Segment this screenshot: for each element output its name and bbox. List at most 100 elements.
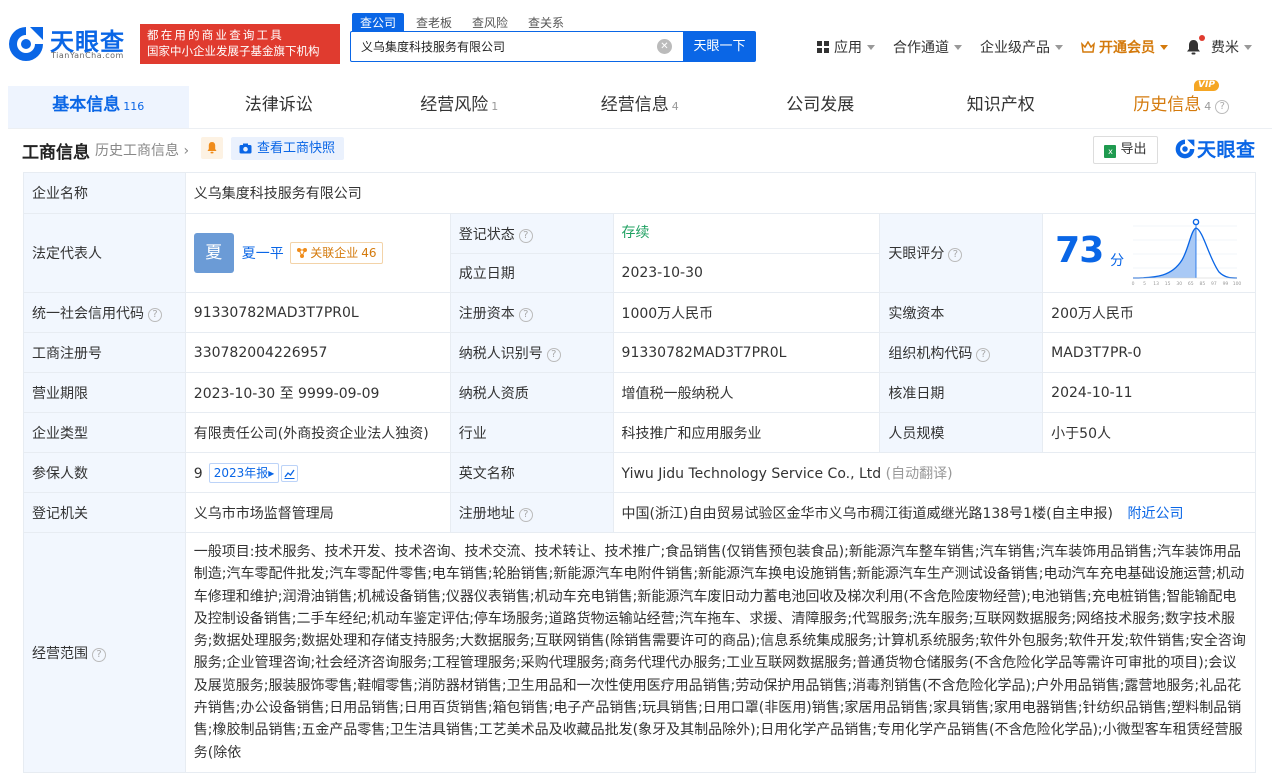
term-value: 2023-10-30 至 9999-09-09	[184, 372, 451, 413]
search-tab-relation[interactable]: 查关系	[520, 13, 572, 32]
help-icon[interactable]: ?	[1215, 100, 1230, 114]
company-name-value: 义乌集度科技服务有限公司	[184, 172, 1257, 214]
history-business-link[interactable]: 历史工商信息 ›	[95, 140, 189, 160]
trend-chart-icon[interactable]	[281, 464, 299, 482]
related-companies-badge[interactable]: 关联企业 46	[290, 242, 383, 264]
nearby-companies-link[interactable]: 附近公司	[1127, 506, 1183, 522]
history-business-label: 历史工商信息	[95, 143, 179, 159]
search-tab-risk[interactable]: 查风险	[464, 13, 516, 32]
logo-eye-icon	[9, 27, 43, 61]
staff-value: 小于50人	[1042, 412, 1256, 453]
snapshot-button[interactable]: 查看工商快照	[231, 137, 345, 160]
clear-icon[interactable]: ✕	[657, 39, 672, 54]
reg-status-label-text: 登记状态	[458, 226, 515, 243]
nav-channel[interactable]: 合作通道	[893, 37, 962, 57]
excel-icon: x	[1104, 145, 1117, 158]
score-cell[interactable]: 73 分 0 5 13 15 30 65 85 97 99 100	[1042, 213, 1256, 293]
user-name: 费米	[1211, 40, 1239, 56]
avatar[interactable]: 夏	[193, 233, 234, 273]
reg-status-value: 存续	[612, 213, 881, 254]
nav-vip[interactable]: 开通会员	[1081, 37, 1168, 57]
tab-count: 4	[671, 100, 679, 113]
score-axis-tick-label: 65	[1188, 281, 1194, 287]
search-tab-company[interactable]: 查公司	[352, 13, 405, 32]
tab-label: 知识产权	[966, 95, 1035, 115]
annual-report-badge[interactable]: 2023年报▸	[208, 462, 280, 483]
related-label: 关联企业	[310, 246, 359, 260]
table-row: 统一社会信用代码? 91330782MAD3T7PR0L 注册资本? 1000万…	[23, 292, 1256, 333]
search-tab-boss[interactable]: 查老板	[408, 13, 460, 32]
nav-vip-label: 开通会员	[1099, 40, 1155, 56]
credit-code-value: 91330782MAD3T7PR0L	[184, 292, 451, 333]
tab-label: 经营风险	[420, 95, 489, 115]
taxpayer-id-label-text: 纳税人识别号	[458, 345, 543, 362]
top-header: 天眼查 TianYanCha.com 都在用的商业查询工具 国家中小企业发展子基…	[0, 0, 1280, 86]
help-icon[interactable]: ?	[518, 307, 533, 322]
score-label-text: 天眼评分	[888, 246, 945, 262]
notification-button[interactable]	[1186, 35, 1205, 55]
score-value: 73	[1055, 230, 1104, 271]
credit-code-label: 统一社会信用代码?	[23, 292, 186, 333]
chevron-down-icon	[1160, 44, 1168, 50]
table-row: 工商注册号 330782004226957 纳税人识别号? 91330782MA…	[23, 332, 1256, 373]
taxpayer-id-value: 91330782MAD3T7PR0L	[612, 332, 881, 373]
table-row: 法定代表人 夏夏一平 关联企业 46 登记状态? 存续 天眼评分? 73 分 0…	[23, 213, 1256, 293]
help-icon[interactable]: ?	[92, 647, 106, 662]
found-date-value: 2023-10-30	[612, 253, 881, 293]
tab-history[interactable]: VIP 历史信息 4?	[1091, 80, 1272, 128]
help-icon[interactable]: ?	[518, 228, 533, 243]
brand-text: 天眼查	[1197, 139, 1256, 161]
tab-count: 116	[123, 100, 145, 113]
bell-icon	[1187, 40, 1200, 55]
tab-development[interactable]: 公司发展	[730, 86, 911, 128]
tab-basic-info[interactable]: 基本信息 116	[8, 86, 189, 128]
score-axis-tick-label: 100	[1233, 281, 1242, 287]
score-axis-tick-label: 30	[1177, 281, 1183, 287]
org-code-label-text: 组织机构代码	[888, 345, 973, 362]
search-button[interactable]: 天眼一下	[683, 31, 756, 62]
industry-value: 科技推广和应用服务业	[612, 412, 881, 453]
tab-ip[interactable]: 知识产权	[911, 86, 1092, 128]
nav-enterprise-label: 企业级产品	[980, 40, 1050, 56]
legal-rep-link[interactable]: 夏一平	[242, 246, 284, 262]
reg-no-label: 工商注册号	[23, 332, 186, 373]
vip-badge: VIP	[1194, 80, 1219, 91]
tab-risk[interactable]: 经营风险 1	[369, 86, 550, 128]
reg-capital-label-text: 注册资本	[458, 305, 515, 322]
tab-operation[interactable]: 经营信息 4	[550, 86, 731, 128]
legal-rep-label: 法定代表人	[23, 213, 186, 293]
monitor-button[interactable]	[201, 137, 223, 159]
type-value: 有限责任公司(外商投资企业法人独资)	[184, 412, 451, 453]
tab-legal[interactable]: 法律诉讼	[189, 86, 370, 128]
search-input[interactable]	[351, 32, 651, 61]
help-icon[interactable]: ?	[546, 347, 561, 362]
taxpayer-qual-label: 纳税人资质	[449, 372, 614, 413]
tianyancha-logo[interactable]: 天眼查 TianYanCha.com	[6, 24, 134, 64]
help-icon[interactable]: ?	[518, 507, 533, 522]
reg-no-value: 330782004226957	[184, 332, 451, 373]
status-badge: 存续	[621, 225, 650, 241]
help-icon[interactable]: ?	[148, 307, 162, 322]
annual-report-label: 2023年报	[213, 465, 269, 480]
approve-date-value: 2024-10-11	[1042, 372, 1256, 413]
help-icon[interactable]: ?	[948, 248, 963, 262]
authority-label: 登记机关	[23, 492, 186, 533]
nav-apps[interactable]: 应用	[817, 37, 875, 57]
export-button[interactable]: x 导出	[1093, 136, 1158, 164]
notification-dot	[1199, 35, 1205, 41]
score-unit: 分	[1110, 253, 1125, 269]
industry-label: 行业	[449, 412, 614, 453]
nav-enterprise[interactable]: 企业级产品	[980, 37, 1063, 57]
user-menu[interactable]: 费米	[1211, 37, 1252, 57]
slogan-line-2: 国家中小企业发展子基金旗下机构	[147, 44, 320, 58]
insured-cell: 9 2023年报▸	[184, 452, 451, 493]
top-nav: 应用 合作通道 企业级产品 开通会员 费米	[817, 35, 1270, 57]
scope-label-text: 经营范围	[32, 645, 88, 662]
staff-label: 人员规模	[879, 412, 1044, 453]
help-icon[interactable]: ?	[976, 347, 991, 362]
slogan-banner[interactable]: 都在用的商业查询工具 国家中小企业发展子基金旗下机构	[140, 24, 340, 64]
export-label: 导出	[1120, 142, 1147, 157]
reg-capital-label: 注册资本?	[449, 292, 614, 333]
paid-capital-value: 200万人民币	[1042, 292, 1256, 333]
insured-value: 9	[193, 465, 203, 482]
